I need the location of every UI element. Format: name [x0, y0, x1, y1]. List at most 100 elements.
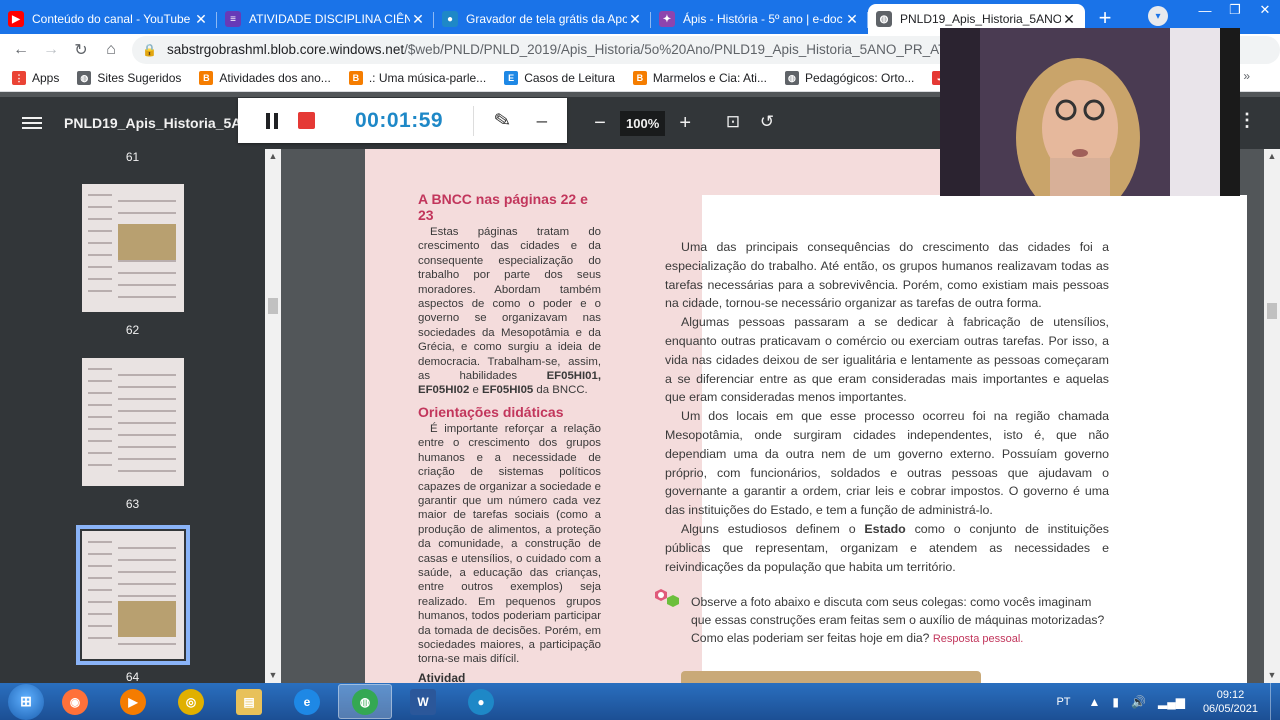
- bookmark-label: Marmelos e Cia: Ati...: [652, 71, 767, 85]
- thumbnail-photo: [118, 601, 176, 637]
- thumbnail-line: [118, 571, 176, 573]
- screen-recorder-app[interactable]: ●: [454, 684, 508, 719]
- url-host: sabstrgobrashml.blob.core.windows.net: [166, 42, 405, 57]
- bookmark[interactable]: B .: Uma música-parle...: [348, 71, 486, 85]
- thumbnail-line: [118, 595, 176, 597]
- close-tab-icon[interactable]: ✕: [627, 11, 643, 28]
- thumbnail-line: [118, 434, 176, 436]
- page-thumbnail[interactable]: [82, 184, 184, 312]
- zoom-level[interactable]: 100%: [620, 110, 666, 136]
- main-scrollbar[interactable]: [1264, 149, 1280, 683]
- file-explorer-app-icon: ▤: [236, 688, 262, 715]
- stop-icon[interactable]: [298, 112, 315, 129]
- blogger-icon: B: [199, 71, 214, 85]
- language-indicator[interactable]: PT: [1056, 696, 1070, 708]
- chrome-app[interactable]: ◍: [338, 684, 392, 719]
- browser-tab[interactable]: ● Gravador de tela grátis da Apo ✕: [434, 4, 651, 34]
- bookmark[interactable]: B Marmelos e Cia: Ati...: [632, 71, 767, 85]
- bookmark-label: Apps: [32, 71, 60, 85]
- thumbnail-line: [118, 446, 176, 448]
- thumbnail-line: [118, 422, 176, 424]
- recorder-icon: ●: [442, 11, 458, 27]
- reload-button[interactable]: ↻: [66, 35, 96, 65]
- scroll-down-icon[interactable]: ▼: [1264, 670, 1280, 680]
- start-button[interactable]: ⊞: [8, 683, 44, 720]
- zoom-controls: − 100% +: [588, 109, 697, 137]
- maximize-button[interactable]: ❐: [1220, 0, 1250, 20]
- pen-icon[interactable]: ✎: [492, 107, 513, 135]
- media-player-app[interactable]: ▶: [106, 684, 160, 719]
- scroll-down-icon[interactable]: ▼: [265, 670, 281, 680]
- rotate-icon[interactable]: ↺: [756, 111, 778, 133]
- menu-icon[interactable]: [22, 114, 42, 132]
- thumbnail-line: [118, 212, 176, 214]
- screen-recorder-widget: 00:01:59 ✎ _: [238, 98, 567, 143]
- lock-icon[interactable]: 🔒: [142, 43, 157, 57]
- sidebar-scroll-thumb[interactable]: [268, 298, 278, 314]
- didactic-heading: Orientações didáticas: [418, 403, 564, 420]
- show-hidden-icons[interactable]: ▲: [1089, 695, 1101, 709]
- main-scroll-thumb[interactable]: [1267, 303, 1277, 319]
- home-icon[interactable]: ⌂: [96, 35, 126, 65]
- zoom-in-button[interactable]: +: [673, 109, 697, 137]
- page-thumbnail[interactable]: [76, 525, 190, 665]
- more-options-icon[interactable]: ⋮: [1238, 110, 1256, 131]
- clock-time: 09:12: [1216, 688, 1245, 701]
- gom-player-app[interactable]: ◎: [164, 684, 218, 719]
- back-button[interactable]: ←: [6, 35, 36, 65]
- bookmark[interactable]: B Atividades dos ano...: [199, 71, 331, 85]
- tab-title: Conteúdo do canal - YouTube: [32, 12, 191, 26]
- close-tab-icon[interactable]: ✕: [1061, 11, 1077, 28]
- thumbnail-line: [118, 398, 176, 400]
- internet-explorer-app[interactable]: e: [280, 684, 334, 719]
- globe-icon: ◍: [77, 71, 92, 85]
- close-tab-icon[interactable]: ✕: [193, 11, 209, 28]
- profile-dropdown-icon[interactable]: ▾: [1148, 6, 1168, 26]
- thumbnail-line: [88, 428, 112, 430]
- file-explorer-app[interactable]: ▤: [222, 684, 276, 719]
- minimize-widget-icon[interactable]: _: [537, 103, 547, 124]
- thumbnail-line: [88, 416, 112, 418]
- show-desktop-button[interactable]: [1270, 683, 1280, 720]
- close-window-button[interactable]: ✕: [1250, 0, 1280, 20]
- more-bookmarks-icon[interactable]: »: [1243, 69, 1250, 83]
- thumbnail-sidebar: 61 62 63 64: [0, 149, 265, 683]
- thumbnail-line: [118, 200, 176, 202]
- network-icon[interactable]: ▂▄▆: [1158, 695, 1185, 709]
- close-tab-icon[interactable]: ✕: [410, 11, 426, 28]
- forward-button[interactable]: →: [36, 35, 66, 65]
- browser-tab[interactable]: ▶ Conteúdo do canal - YouTube ✕: [0, 4, 217, 34]
- question-text: Observe a foto abaixo e discuta com seus…: [691, 593, 1111, 648]
- battery-icon[interactable]: ▮: [1112, 695, 1119, 709]
- question: Observe a foto abaixo e discuta com seus…: [691, 595, 1105, 645]
- paragraph: Alguns estudiosos definem o Estado como …: [665, 520, 1109, 576]
- firefox-app-icon: ◉: [62, 688, 88, 715]
- thumbnail-line: [88, 194, 112, 196]
- discussion-icon: [655, 589, 679, 607]
- bncc-heading: A BNCC nas páginas 22 e 23: [418, 191, 588, 223]
- bookmark[interactable]: E Casos de Leitura: [504, 71, 615, 85]
- clock[interactable]: 09:12 06/05/2021: [1203, 688, 1258, 716]
- bookmark[interactable]: ◍ Sites Sugeridos: [77, 71, 181, 85]
- minimize-button[interactable]: —: [1190, 0, 1220, 20]
- page-thumbnail[interactable]: [82, 358, 184, 486]
- firefox-app[interactable]: ◉: [48, 684, 102, 719]
- thumbnail-line: [118, 386, 176, 388]
- browser-tab[interactable]: ✦ Ápis - História - 5º ano | e-doc ✕: [651, 4, 868, 34]
- blogger-icon: B: [632, 71, 647, 85]
- zoom-out-button[interactable]: −: [588, 109, 612, 137]
- pause-icon[interactable]: [266, 112, 278, 129]
- bookmark[interactable]: ⋮ Apps: [12, 71, 59, 85]
- scroll-up-icon[interactable]: ▲: [265, 151, 281, 161]
- forms-icon: ≡: [225, 11, 241, 27]
- bookmark[interactable]: ◍ Pedagógicos: Orto...: [784, 71, 914, 85]
- close-tab-icon[interactable]: ✕: [844, 11, 860, 28]
- thumbnail-line: [88, 278, 112, 280]
- word-app[interactable]: W: [396, 684, 450, 719]
- fit-page-icon[interactable]: ⊡: [722, 111, 744, 133]
- scroll-up-icon[interactable]: ▲: [1264, 151, 1280, 161]
- browser-tab[interactable]: ≡ ATIVIDADE DISCIPLINA CIÊNCI ✕: [217, 4, 434, 34]
- sidebar-scrollbar[interactable]: [265, 149, 281, 683]
- volume-icon[interactable]: 🔊: [1131, 695, 1146, 709]
- bulb-icon: ✦: [659, 11, 675, 27]
